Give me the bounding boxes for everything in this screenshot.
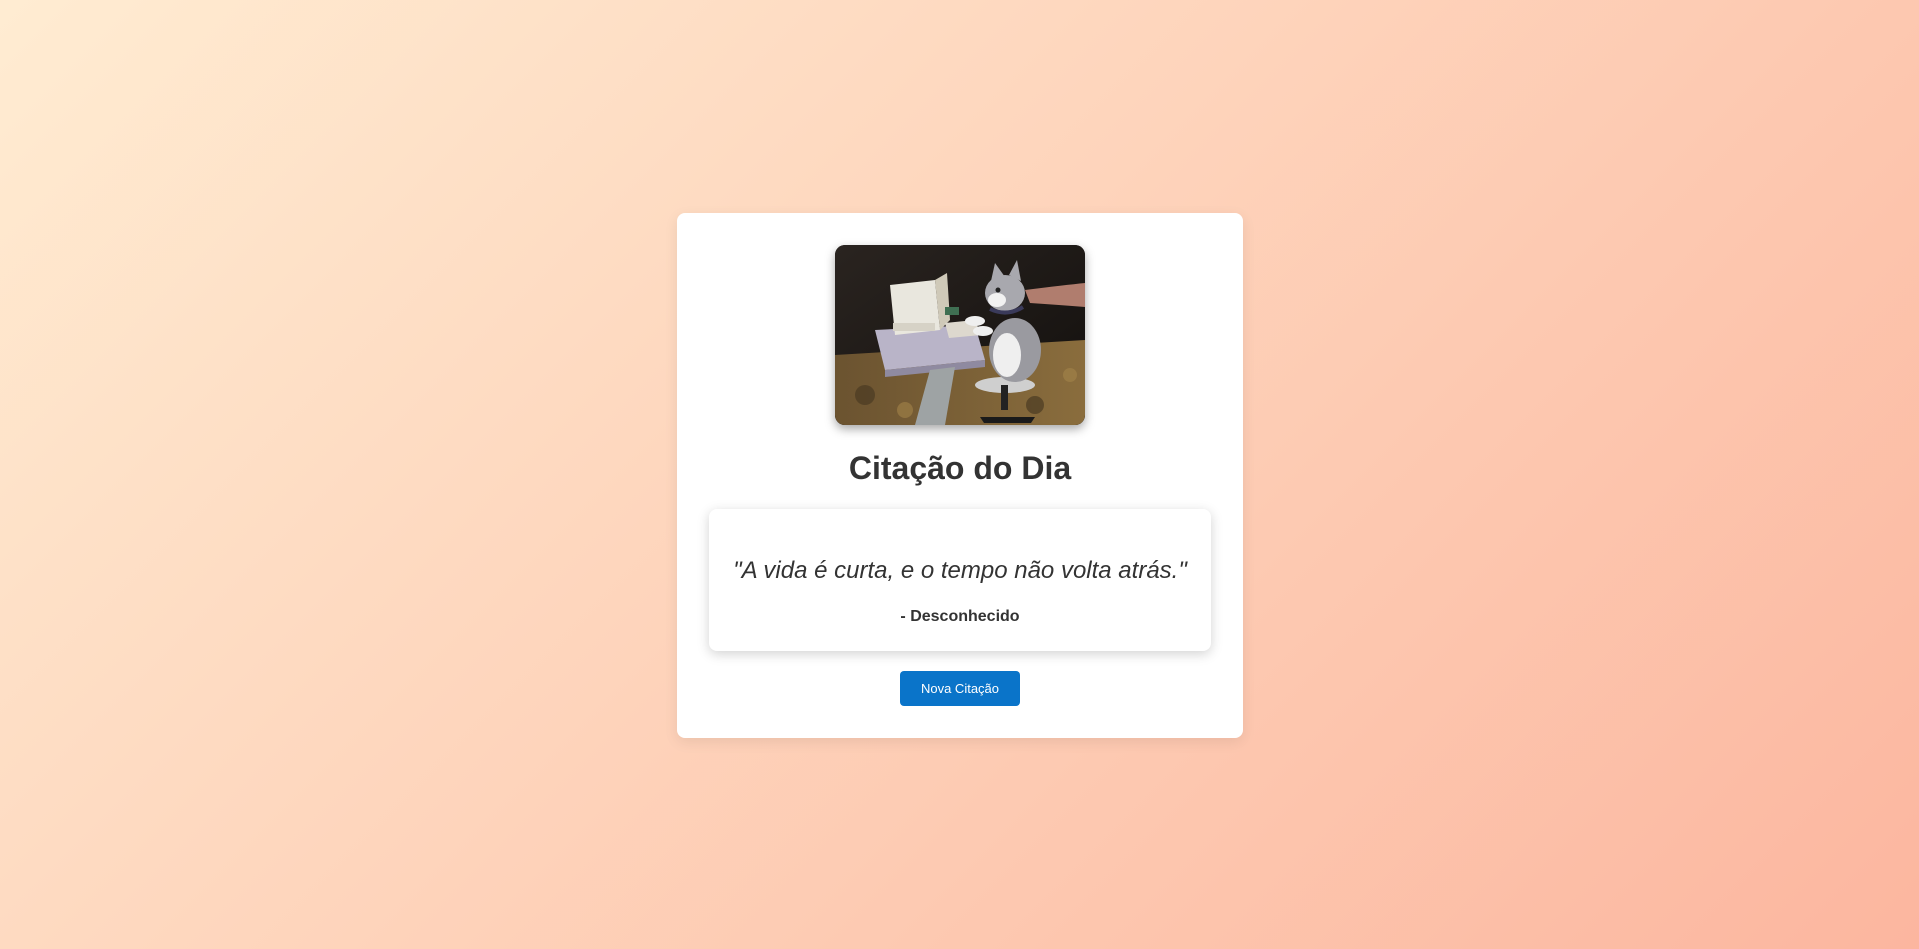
page-title: Citação do Dia bbox=[848, 450, 1072, 486]
quote-box: "A vida é curta, e o tempo não volta atr… bbox=[709, 509, 1211, 651]
cat-computer-image bbox=[835, 245, 1085, 425]
quote-text: "A vida é curta, e o tempo não volta atr… bbox=[733, 557, 1187, 584]
new-quote-button[interactable]: Nova Citação bbox=[900, 671, 1020, 706]
quote-card: Citação do Dia "A vida é curta, e o temp… bbox=[677, 213, 1243, 738]
quote-author: - Desconhecido bbox=[900, 608, 1020, 625]
